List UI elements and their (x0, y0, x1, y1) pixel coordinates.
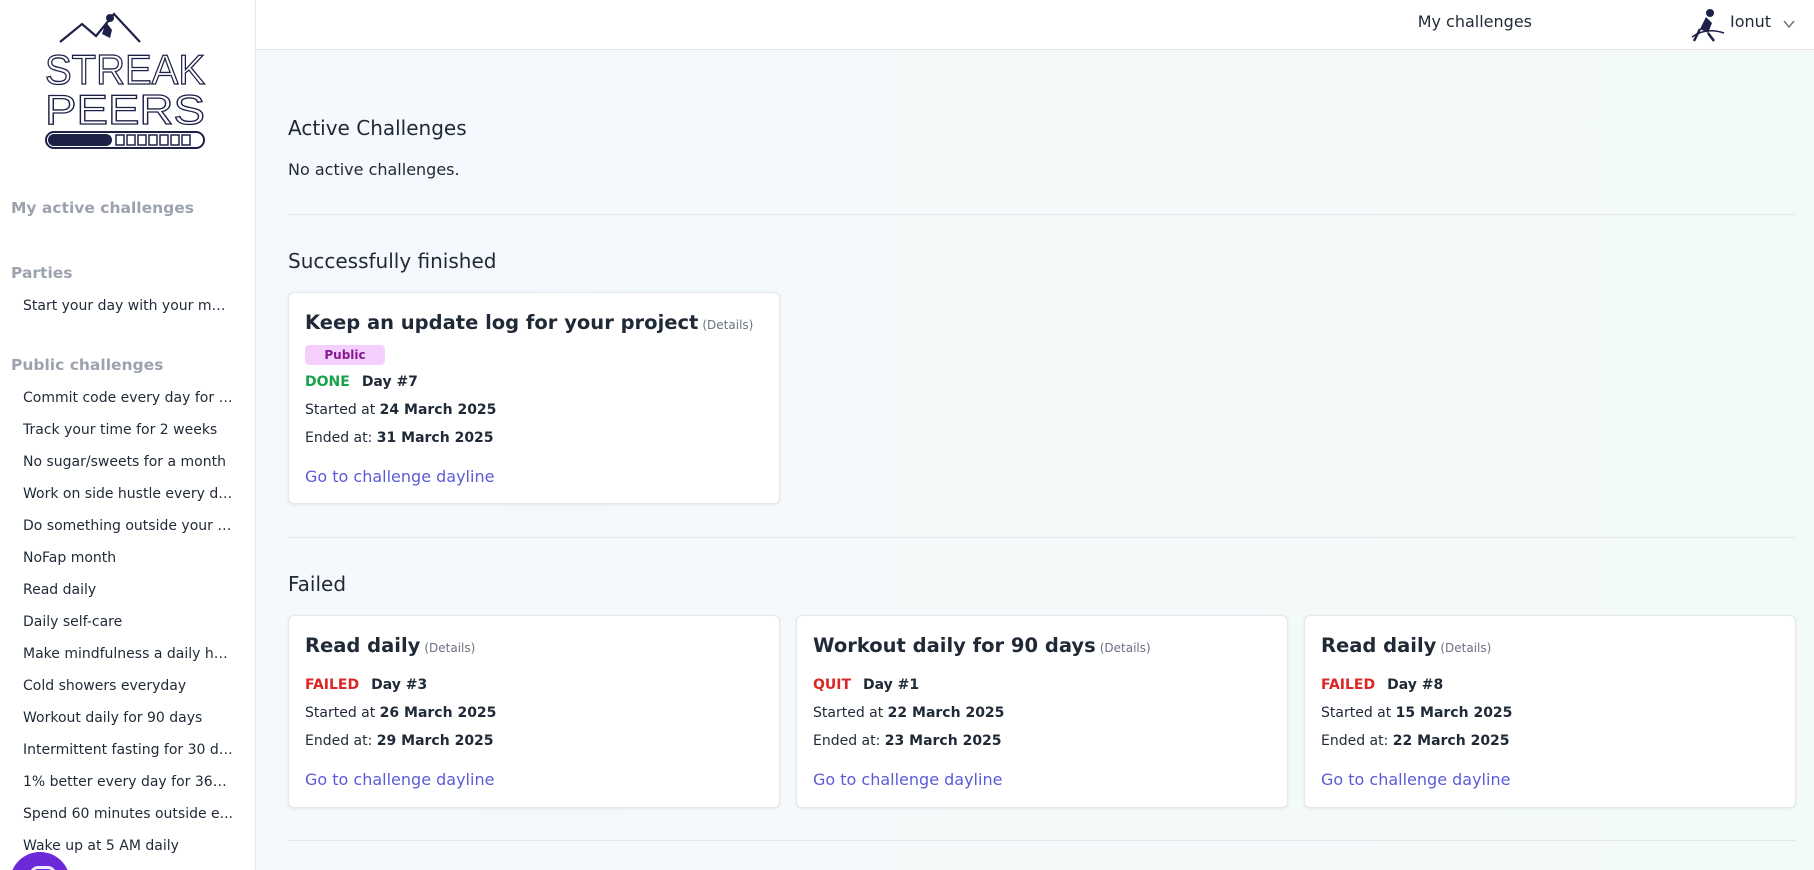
logo-text-peers: PEERS (45, 86, 205, 133)
started-line: Started at 24 March 2025 (305, 402, 496, 418)
sidebar-item-public[interactable]: Daily self-care (23, 614, 233, 630)
card-title[interactable]: Read daily (305, 634, 420, 657)
card-title-row: Workout daily for 90 days (Details) (813, 634, 1151, 657)
challenge-card-failed: Read daily (Details) FAILED Day #8 Started… (1304, 615, 1796, 808)
challenge-dayline-link[interactable]: Go to challenge dayline (813, 770, 1002, 789)
user-avatar-icon[interactable] (1688, 7, 1726, 43)
details-link[interactable]: (Details) (424, 641, 475, 655)
sidebar-section-parties: Parties (11, 264, 73, 282)
sidebar-item-public[interactable]: No sugar/sweets for a month (23, 454, 233, 470)
chat-widget-icon[interactable] (10, 852, 70, 870)
day-count: Day #7 (361, 374, 418, 390)
sidebar-item-party[interactable]: Start your day with your mos... (23, 298, 233, 314)
details-link[interactable]: (Details) (1440, 641, 1491, 655)
card-title-row: Read daily (Details) (1321, 634, 1491, 657)
section-title-failed: Failed (288, 572, 347, 596)
empty-active-text: No active challenges. (288, 160, 460, 179)
details-link[interactable]: (Details) (702, 318, 753, 332)
started-date: 26 March 2025 (379, 705, 497, 721)
top-header: My challenges Ionut (256, 0, 1814, 50)
user-menu-name[interactable]: Ionut (1730, 12, 1771, 31)
ended-line: Ended at: 23 March 2025 (813, 733, 1002, 749)
card-title-row: Read daily (Details) (305, 634, 475, 657)
ended-line: Ended at: 22 March 2025 (1321, 733, 1510, 749)
main-content: Active Challenges No active challenges. … (256, 50, 1814, 870)
divider (288, 537, 1796, 538)
ended-label: Ended at: (305, 430, 373, 446)
started-line: Started at 15 March 2025 (1321, 705, 1512, 721)
sidebar-item-public[interactable]: Do something outside your c... (23, 518, 233, 534)
started-label: Started at (305, 705, 376, 721)
ended-date: 23 March 2025 (884, 733, 1002, 749)
sidebar-item-public[interactable]: Work on side hustle every da... (23, 486, 233, 502)
challenge-dayline-link[interactable]: Go to challenge dayline (305, 467, 494, 486)
sidebar-item-public[interactable]: Track your time for 2 weeks (23, 422, 233, 438)
ended-label: Ended at: (305, 733, 373, 749)
divider (288, 214, 1796, 215)
status-row: FAILED Day #8 (1321, 677, 1443, 693)
ended-label: Ended at: (813, 733, 881, 749)
ended-date: 31 March 2025 (376, 430, 494, 446)
card-title[interactable]: Read daily (1321, 634, 1436, 657)
started-line: Started at 26 March 2025 (305, 705, 496, 721)
sidebar-section-public: Public challenges (11, 356, 164, 374)
started-label: Started at (305, 402, 376, 418)
challenge-card-failed: Workout daily for 90 days (Details) QUIT D… (796, 615, 1288, 808)
sidebar-item-public[interactable]: Workout daily for 90 days (23, 710, 233, 726)
sidebar-item-public[interactable]: Make mindfulness a daily ha... (23, 646, 233, 662)
sidebar-item-public[interactable]: 1% better every day for 365 ... (23, 774, 233, 790)
ended-label: Ended at: (1321, 733, 1389, 749)
sidebar-item-public[interactable]: NoFap month (23, 550, 233, 566)
streakpeers-logo[interactable]: STREAK PEERS (40, 8, 210, 153)
card-title[interactable]: Workout daily for 90 days (813, 634, 1096, 657)
chevron-down-icon[interactable] (1782, 16, 1796, 30)
ended-date: 22 March 2025 (1392, 733, 1510, 749)
section-title-active: Active Challenges (288, 116, 467, 140)
sidebar-item-public[interactable]: Spend 60 minutes outside e... (23, 806, 233, 822)
ended-line: Ended at: 31 March 2025 (305, 430, 494, 446)
started-date: 24 March 2025 (379, 402, 497, 418)
sidebar-section-my-active[interactable]: My active challenges (11, 199, 194, 217)
status-row: FAILED Day #3 (305, 677, 427, 693)
day-count: Day #1 (863, 677, 920, 693)
started-date: 22 March 2025 (887, 705, 1005, 721)
challenge-dayline-link[interactable]: Go to challenge dayline (305, 770, 494, 789)
ended-line: Ended at: 29 March 2025 (305, 733, 494, 749)
card-title[interactable]: Keep an update log for your project (305, 311, 698, 334)
sidebar-item-public[interactable]: Read daily (23, 582, 233, 598)
section-title-finished: Successfully finished (288, 249, 497, 273)
started-label: Started at (1321, 705, 1392, 721)
sidebar: STREAK PEERS My active challenges Partie… (0, 0, 256, 870)
ended-date: 29 March 2025 (376, 733, 494, 749)
challenge-dayline-link[interactable]: Go to challenge dayline (1321, 770, 1510, 789)
nav-my-challenges[interactable]: My challenges (1418, 12, 1532, 31)
logo-graphic: STREAK PEERS (44, 12, 206, 149)
started-label: Started at (813, 705, 884, 721)
status-badge: FAILED (1321, 677, 1376, 693)
status-badge: FAILED (305, 677, 360, 693)
sidebar-item-public[interactable]: Cold showers everyday (23, 678, 233, 694)
started-line: Started at 22 March 2025 (813, 705, 1004, 721)
status-row: QUIT Day #1 (813, 677, 919, 693)
status-badge: QUIT (813, 677, 852, 693)
started-date: 15 March 2025 (1395, 705, 1513, 721)
details-link[interactable]: (Details) (1100, 641, 1151, 655)
challenge-card-finished: Keep an update log for your project (Deta… (288, 292, 780, 504)
day-count: Day #3 (371, 677, 428, 693)
sidebar-item-public[interactable]: Wake up at 5 AM daily (23, 838, 233, 854)
divider (288, 840, 1796, 841)
day-count: Day #8 (1387, 677, 1444, 693)
sidebar-item-public[interactable]: Commit code every day for a... (23, 390, 233, 406)
status-badge: DONE (305, 374, 350, 390)
status-row: DONE Day #7 (305, 374, 418, 390)
visibility-badge: Public (305, 345, 385, 365)
challenge-card-failed: Read daily (Details) FAILED Day #3 Started… (288, 615, 780, 808)
sidebar-item-public[interactable]: Intermittent fasting for 30 days (23, 742, 233, 758)
card-title-row: Keep an update log for your project (Deta… (305, 311, 753, 334)
